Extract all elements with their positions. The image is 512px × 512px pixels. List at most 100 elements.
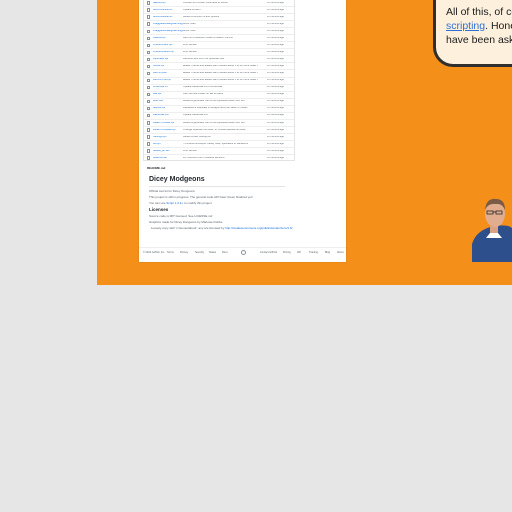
licenses-heading: Licenses	[149, 207, 169, 212]
commit-message[interactable]: added Theme and added start notified abo…	[183, 65, 258, 68]
commit-message[interactable]: - Previous wordspot: Lately fixes, speci…	[183, 143, 258, 146]
file-row[interactable]: dlabout.cpl Convert dl-in-folder command …	[144, 0, 294, 8]
file-row[interactable]: dlb.cpl - Previous wordspot: Lately fixes…	[144, 141, 294, 148]
file-row[interactable]: AlertOfTime.cpl added Theme and added sta…	[144, 78, 294, 85]
file-name[interactable]: docconfsetfile.txt	[153, 9, 183, 12]
commit-message[interactable]: Fix Shortcut Form modified sections	[183, 157, 258, 160]
license-code: Source code is MIT licensed. See LICENSE…	[149, 214, 213, 218]
file-name[interactable]: Frames.pathdf.cpl	[153, 51, 183, 54]
file-row[interactable]: README.md Update README.md 11 months ago	[144, 113, 294, 120]
file-name[interactable]: default_en.lan	[153, 150, 183, 153]
file-name[interactable]: ReadmTxtwise.cpl	[153, 122, 183, 125]
file-name[interactable]: Mdlt.free	[153, 100, 183, 103]
file-row[interactable]: Alert.ini.json added Theme and added star…	[144, 70, 294, 78]
footer-about-link[interactable]: About	[337, 251, 344, 254]
commit-message[interactable]: Add Fill to selection folder to search c…	[183, 37, 258, 40]
file-row[interactable]: docconfsetfile.txt Update version 11 month…	[144, 7, 294, 15]
license-link[interactable]: http://creativecommons.org/publicdomain/…	[225, 226, 292, 230]
footer-privacy-link[interactable]: Privacy	[180, 251, 188, 254]
commit-date: 11 months ago	[267, 29, 284, 32]
file-row[interactable]: Mdl.cpl Use the new Folder on fail to Ale…	[144, 92, 294, 99]
file-name[interactable]: docconfsetfile.txt	[153, 16, 183, 19]
commit-message[interactable]: Change 'Episode List wide' to 'Obsoe epi…	[183, 129, 258, 132]
commit-date: 11 months ago	[267, 36, 284, 39]
file-name[interactable]: LICENSE.txt	[153, 86, 183, 89]
commit-date: 11 months ago	[267, 121, 284, 124]
readme-title: Dicey Modgeons	[149, 176, 205, 183]
file-row[interactable]: ReadCTemplate.cpl Change 'Episode List wi…	[144, 127, 294, 134]
file-name[interactable]: Alert.ini.json	[153, 72, 183, 75]
scripting-link[interactable]: scripting	[446, 20, 485, 32]
file-icon	[147, 92, 150, 97]
footer-security-link[interactable]: Security	[195, 251, 204, 254]
file-name[interactable]: dlabout.cpl	[153, 2, 183, 5]
file-row[interactable]: Dlaflow.cpl Add Fill to selection folder …	[144, 35, 294, 43]
page-footer: © 2022 GitHub, Inc. Terms Privacy Securi…	[139, 247, 346, 258]
file-row[interactable]: Active.cpl added Theme and added start no…	[144, 63, 294, 71]
footer-status-link[interactable]: Status	[209, 251, 216, 254]
file-name[interactable]: README.md	[153, 114, 183, 117]
commit-message[interactable]: First version	[183, 150, 258, 153]
speech-bubble: All of this, of co scripting. Hone have …	[433, 0, 512, 67]
file-name[interactable]: MdlNot.cpl	[153, 107, 183, 110]
commit-message[interactable]: Added a generator tool to the episodes e…	[183, 122, 258, 125]
commit-message[interactable]: Convert dl-in-folder command to button	[183, 2, 258, 5]
file-name[interactable]: dlb.cpl	[153, 143, 183, 146]
commit-message[interactable]: Update version	[183, 9, 258, 12]
file-row[interactable]: dolat.format Fix Shortcut Form modified s…	[144, 155, 294, 160]
file-row[interactable]: default_en.lan First version 11 months ago	[144, 148, 294, 156]
commit-date: 11 months ago	[267, 135, 284, 138]
footer-terms-link[interactable]: Terms	[167, 251, 174, 254]
footer-contact-link[interactable]: Contact GitHub	[260, 251, 277, 254]
commit-message[interactable]: Added a version ini and options	[183, 16, 258, 19]
file-name[interactable]: DraggableDialogWarning.js	[153, 23, 183, 26]
commit-message[interactable]: Added a user setting list	[183, 136, 258, 139]
file-row[interactable]: Settings.cpl Added a user setting list 11 …	[144, 134, 294, 141]
file-name[interactable]: Settings.cpl	[153, 136, 183, 139]
footer-docs-link[interactable]: Docs	[222, 251, 228, 254]
file-name[interactable]: AlertOfTime.cpl	[153, 79, 183, 82]
file-name[interactable]: Dlptorase.cpl	[153, 58, 183, 61]
file-name[interactable]: Mdl.cpl	[153, 93, 183, 96]
commit-message[interactable]: Update README.md	[183, 114, 258, 117]
readme-tab[interactable]: README.md	[147, 166, 165, 170]
commit-message[interactable]: Use the new Folder on fail to Alerts	[183, 93, 258, 96]
file-row[interactable]: MdlNot.cpl Replaced a duplicate in design…	[144, 106, 294, 113]
file-row[interactable]: docconfsetfile.txt Added a version ini an…	[144, 14, 294, 22]
file-row[interactable]: DraggableDialogWarning.js Minor fixes 11 m…	[144, 21, 294, 29]
file-icon	[147, 36, 150, 40]
file-name[interactable]: Active.cpl	[153, 65, 183, 68]
file-row[interactable]: Dlptorase.cpl Remove files from the episo…	[144, 56, 294, 64]
commit-message[interactable]: Update README.md to LICENSE	[183, 86, 258, 89]
script-link[interactable]: Script 1.2.4+	[166, 201, 183, 205]
file-row[interactable]: DraggableDialogWarning.js Minor fixes 11 m…	[144, 28, 294, 36]
file-name[interactable]: ReadCTemplate.cpl	[153, 129, 183, 132]
file-row[interactable]: ReadmTxtwise.cpl Added a generator tool t…	[144, 120, 294, 127]
file-name[interactable]: DraggableDialogWarning.js	[153, 30, 183, 33]
file-name[interactable]: Dlaflow.cpl	[153, 37, 183, 40]
footer-api-link[interactable]: API	[297, 251, 301, 254]
commit-message[interactable]: Minor fixes	[183, 23, 258, 26]
file-name[interactable]: dolat.format	[153, 157, 183, 160]
file-icon	[147, 50, 150, 55]
file-icon	[147, 64, 150, 69]
commit-message[interactable]: First version	[183, 51, 258, 54]
commit-message[interactable]: added Theme and added start notified abo…	[183, 72, 258, 75]
file-row[interactable]: Frames.pathf.cpl First version 11 months a…	[144, 42, 294, 50]
github-logo-icon	[241, 250, 246, 255]
commit-date: 11 months ago	[267, 72, 284, 75]
footer-training-link[interactable]: Training	[309, 251, 318, 254]
commit-message[interactable]: Added a generator tool to the episodes e…	[183, 100, 258, 103]
file-row[interactable]: Frames.pathdf.cpl First version 11 months …	[144, 49, 294, 57]
footer-pricing-link[interactable]: Pricing	[283, 251, 291, 254]
commit-message[interactable]: Remove files from the episodes tool	[183, 58, 258, 61]
footer-blog-link[interactable]: Blog	[325, 251, 330, 254]
commit-message[interactable]: Replaced a duplicate in designs and one …	[183, 107, 258, 110]
commit-message[interactable]: Minor fixes	[183, 30, 258, 33]
file-name[interactable]: Frames.pathf.cpl	[153, 44, 183, 47]
commit-message[interactable]: added Theme and added start notified abo…	[183, 79, 258, 82]
file-row[interactable]: Mdlt.free Added a generator tool to the e…	[144, 99, 294, 106]
commit-message[interactable]: First version	[183, 44, 258, 47]
bubble-line-3: have been askin	[446, 34, 512, 46]
file-row[interactable]: LICENSE.txt Update README.md to LICENSE 11…	[144, 85, 294, 92]
